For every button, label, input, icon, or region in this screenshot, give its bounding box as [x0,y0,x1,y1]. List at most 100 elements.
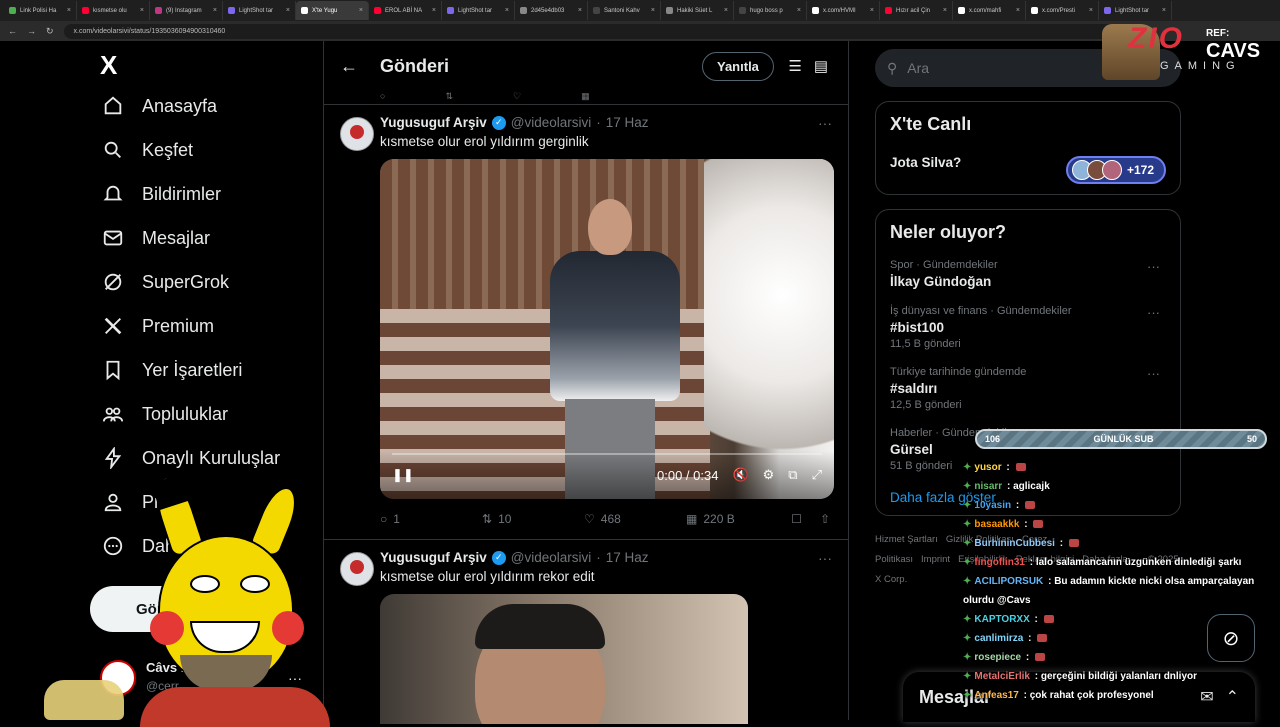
reply-action[interactable]: ○ 1 [380,512,482,526]
back-arrow-icon[interactable]: ← [340,56,358,77]
chat-message: ✦ Anfeas17 : çok rahat çok profesyonel [963,690,1154,701]
browser-tab[interactable]: x.com/mahfi × [953,1,1026,20]
browser-tab[interactable]: Hakiki Süet L × [661,1,734,20]
trend-count: 12,5 B gönderi [890,399,962,411]
browser-tab[interactable]: x.com/HVMI × [807,1,880,20]
trend-item[interactable]: Türkiye tarihinde gündemde #saldırı 12,5 B… [890,366,1166,411]
browser-tab[interactable]: x.com/Presti × [1026,1,1099,20]
browser-tab[interactable]: Santoni Kahv × [588,1,661,20]
close-icon[interactable]: × [943,7,947,14]
close-icon[interactable]: × [651,7,655,14]
browser-tab[interactable]: Link Polisi Ha × [4,1,77,20]
author-name[interactable]: Yugusuguf Arşiv [380,115,487,130]
browser-tab[interactable]: 2d45e4db03 × [515,1,588,20]
video-player[interactable] [380,594,748,724]
url-field[interactable]: x.com/videolarsivi/status/19350360949003… [63,23,1144,39]
tweet-date[interactable]: 17 Haz [606,550,649,565]
like-action[interactable]: ♡ 468 [584,512,686,526]
ref-label: REF: [1206,28,1230,39]
sidebar-item-bildirimler[interactable]: Bildirimler [90,172,320,216]
close-icon[interactable]: × [1089,7,1093,14]
repost-count: 10 [498,512,512,526]
more-dots-icon[interactable]: ··· [1147,305,1160,320]
sidebar-item-premium[interactable]: Premium [90,304,320,348]
video-player[interactable]: ❚❚ 0:00 / 0:34 🔇 ⚙ ⧉ ⤢ [380,159,834,499]
close-icon[interactable]: × [286,7,290,14]
close-icon[interactable]: × [724,7,728,14]
tab-label: kısmetse olu [93,7,127,14]
close-icon[interactable]: × [213,7,217,14]
bookmark-icon[interactable]: ☐ [791,512,802,526]
views-action[interactable]: ▦ 220 B [686,512,788,526]
close-icon[interactable]: × [578,7,582,14]
previous-tweet-actions: ○ ⇅ ♡ ▦ [324,91,848,105]
close-icon[interactable]: × [67,7,71,14]
reply-button[interactable]: Yanıtla [702,52,774,81]
close-icon[interactable]: × [432,7,436,14]
trend-item[interactable]: Spor · Gündemdekiler İlkay Gündoğan ··· [890,259,1166,289]
repost-action[interactable]: ⇅ 10 [482,512,584,526]
footer-link[interactable]: Imprint [921,554,950,565]
author-name[interactable]: Yugusuguf Arşiv [380,550,487,565]
sidebar-item-mesajlar[interactable]: Mesajlar [90,216,320,260]
tweet[interactable]: Yugusuguf Arşiv ✓ @videolarsivi · 17 Haz… [324,540,848,724]
x-logo[interactable]: X [100,50,320,84]
sidebar-item-label: Topluluklar [142,403,229,424]
footer-link[interactable]: Hizmet Şartları [875,534,938,545]
tab-label: Santoni Kahv [604,7,640,14]
avatar[interactable] [340,552,374,586]
browser-tab[interactable]: kısmetse olu × [77,1,150,20]
browser-tab[interactable]: LightShot tar × [1099,1,1172,20]
browser-tab[interactable]: LightShot tar × [442,1,515,20]
pause-icon[interactable]: ❚❚ [392,467,414,483]
tweet-date[interactable]: 17 Haz [606,115,649,130]
views-icon[interactable]: ▦ [581,91,590,104]
browser-tab[interactable]: hugo boss p × [734,1,807,20]
close-icon[interactable]: × [870,7,874,14]
tab-label: Hakiki Süet L [677,7,713,14]
person-icon [104,493,122,512]
close-icon[interactable]: × [797,7,801,14]
share-icon[interactable]: ⇧ [820,512,830,526]
close-icon[interactable]: × [1162,7,1166,14]
forward-arrow-icon[interactable]: → [27,26,36,36]
filter-icon[interactable]: ☰ [788,57,801,75]
trend-item[interactable]: İş dünyası ve finans · Gündemdekiler #bis… [890,305,1166,350]
back-arrow-icon[interactable]: ← [8,26,17,36]
live-card[interactable]: X'te Canlı Jota Silva? +172 [875,101,1181,195]
avatar[interactable] [340,117,374,151]
browser-tab[interactable]: (9) Instagram × [150,1,223,20]
sidebar-item-supergrok[interactable]: SuperGrok [90,260,320,304]
close-icon[interactable]: × [140,7,144,14]
sidebar-item-anasayfa[interactable]: Anasayfa [90,84,320,128]
browser-tab[interactable]: LightShot tar × [223,1,296,20]
sidebar-item-yer-i-aretleri[interactable]: Yer İşaretleri [90,348,320,392]
browser-tab[interactable]: X'te Yugu × [296,1,369,20]
browser-tab[interactable]: Hızır acil Çin × [880,1,953,20]
close-icon[interactable]: × [505,7,509,14]
sidebar-item-ke-fet[interactable]: Keşfet [90,128,320,172]
mute-icon[interactable]: 🔇 [732,467,748,483]
close-icon[interactable]: × [359,7,363,14]
live-listeners-pill[interactable]: +172 [1066,156,1166,184]
close-icon[interactable]: × [1016,7,1020,14]
author-handle[interactable]: @videolarsivi [511,550,591,565]
more-dots-icon[interactable]: ··· [818,115,832,131]
more-dots-icon[interactable]: ··· [818,550,832,566]
repost-icon[interactable]: ⇅ [445,91,453,104]
more-dots-icon[interactable]: ··· [1147,366,1160,381]
tweet[interactable]: Yugusuguf Arşiv ✓ @videolarsivi · 17 Haz… [324,105,848,540]
reader-icon[interactable]: ▤ [814,57,828,75]
fullscreen-icon[interactable]: ⤢ [812,467,822,483]
like-icon[interactable]: ♡ [513,91,521,104]
sub-goal-bar: 106 GÜNLÜK SUB 50 [975,429,1267,449]
more-dots-icon[interactable]: ··· [1147,259,1160,274]
settings-gear-icon[interactable]: ⚙ [763,467,775,483]
favicon-icon [374,7,381,14]
author-handle[interactable]: @videolarsivi [511,115,591,130]
browser-tab[interactable]: EROL ABİ NA × [369,1,442,20]
pip-icon[interactable]: ⧉ [788,467,797,483]
sidebar-item-topluluklar[interactable]: Topluluklar [90,392,320,436]
reload-icon[interactable]: ↻ [46,26,54,37]
reply-icon[interactable]: ○ [380,91,385,104]
